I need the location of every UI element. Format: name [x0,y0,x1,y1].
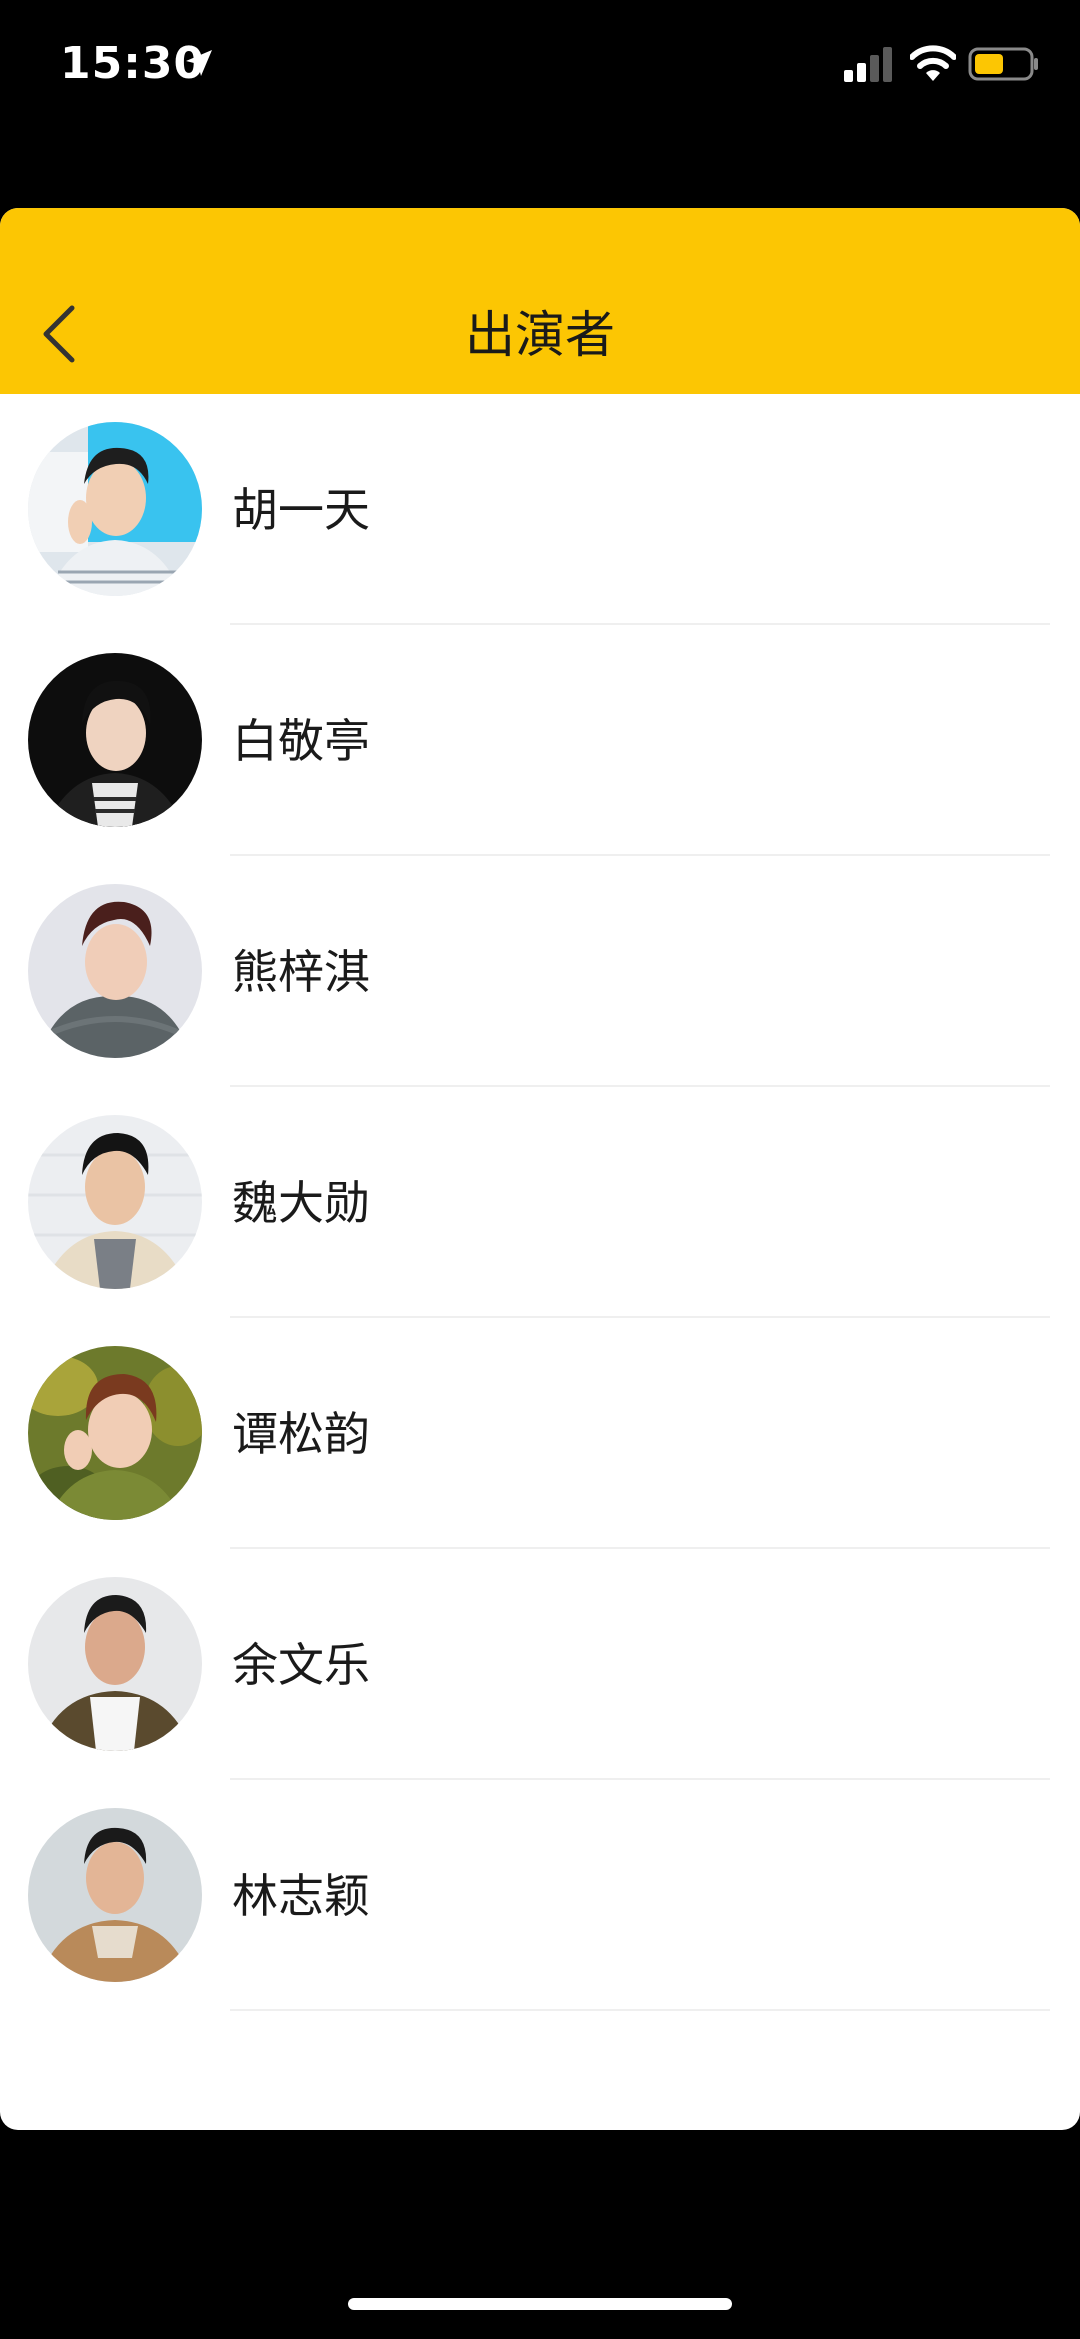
cast-name: 谭松韵 [232,1407,370,1461]
cast-list: 胡一天 白敬亭 熊梓淇 魏大勋 谭松韵 余文乐 林志颖 [0,394,1080,2011]
page-title: 出演者 [465,306,615,364]
list-item[interactable]: 谭松韵 [0,1318,1080,1549]
list-item[interactable]: 熊梓淇 [0,856,1080,1087]
cast-page: 出演者 胡一天 白敬亭 熊梓淇 魏大勋 谭松韵 余文乐 林志颖 [0,208,1080,2130]
avatar [28,884,202,1058]
avatar [28,653,202,827]
avatar [28,1346,202,1520]
cast-name: 白敬亭 [232,714,370,768]
divider [230,2009,1050,2011]
navigation-bar: 出演者 [0,208,1080,394]
cast-name: 林志颖 [232,1869,370,1923]
avatar [28,1808,202,1982]
avatar [28,1577,202,1751]
location-arrow-icon [186,50,212,76]
list-item[interactable]: 余文乐 [0,1549,1080,1780]
phone-screen: 15:30 出演者 胡一天 白敬亭 熊梓淇 魏大勋 谭松韵 余文乐 林志颖 [0,0,1080,2339]
home-indicator[interactable] [348,2298,732,2310]
avatar [28,422,202,596]
status-bar: 15:30 [0,0,1080,132]
cast-name: 余文乐 [232,1638,370,1692]
cast-name: 熊梓淇 [232,945,370,999]
cast-name: 魏大勋 [232,1176,370,1230]
list-item[interactable]: 胡一天 [0,394,1080,625]
wifi-icon [910,45,956,81]
battery-icon [968,47,1038,81]
list-item[interactable]: 魏大勋 [0,1087,1080,1318]
list-item[interactable]: 白敬亭 [0,625,1080,856]
list-item[interactable]: 林志颖 [0,1780,1080,2011]
avatar [28,1115,202,1289]
cellular-signal-icon [844,47,892,82]
cast-name: 胡一天 [232,483,370,537]
